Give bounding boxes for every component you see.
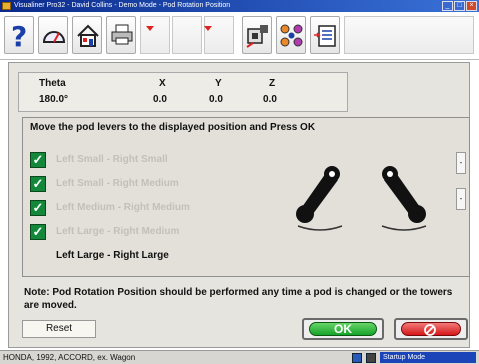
gauge-button[interactable] (38, 16, 68, 54)
user-icon (352, 353, 362, 363)
title-bar: Visualiner Pro32 - David Collins - Demo … (0, 0, 479, 12)
toolbar: ? (0, 12, 479, 60)
app-icon (2, 2, 11, 10)
toolbar-empty-slot (140, 16, 170, 54)
red-marker-icon (204, 26, 212, 31)
pod-levers-diagram (296, 166, 427, 231)
option-checkbox[interactable]: ✓ (30, 176, 46, 192)
option-label[interactable]: Left Medium - Right Medium (56, 202, 190, 213)
window-title: Visualiner Pro32 - David Collins - Demo … (14, 2, 231, 9)
device-icon (366, 353, 376, 363)
toolbar-empty-slot (344, 16, 474, 54)
y-header: Y (215, 78, 222, 89)
tire-grid-icon (280, 24, 303, 47)
print-button[interactable] (106, 16, 136, 54)
note-text: Note: Pod Rotation Position should be pe… (24, 287, 453, 311)
reset-button[interactable]: Reset (22, 320, 96, 338)
x-value: 0.0 (153, 94, 167, 105)
minimize-icon[interactable]: _ (442, 1, 453, 11)
window-controls: _ □ × (442, 1, 477, 11)
option-label[interactable]: Left Large - Right Medium (56, 226, 179, 237)
y-value: 0.0 (209, 94, 223, 105)
clipboard-icon (314, 25, 336, 47)
left-lever-icon (296, 166, 343, 231)
pod-button[interactable] (242, 16, 272, 54)
close-icon[interactable]: × (466, 1, 477, 11)
tire-button[interactable] (276, 16, 306, 54)
x-header: X (159, 78, 166, 89)
home-button[interactable] (72, 16, 102, 54)
mode-indicator: Startup Mode (380, 352, 476, 363)
status-bar: HONDA, 1992, ACCORD, ex. Wagon Startup M… (0, 350, 479, 364)
report-button[interactable] (310, 16, 340, 54)
cancel-button[interactable] (394, 318, 468, 340)
help-button[interactable]: ? (4, 16, 34, 54)
ok-button-label: OK (309, 322, 377, 336)
toolbar-empty-slot (172, 16, 202, 54)
pod-alignment-icon (246, 25, 268, 48)
theta-value: 180.0° (39, 94, 69, 105)
option-checkbox[interactable]: ✓ (30, 200, 46, 216)
question-mark-icon: ? (11, 20, 28, 53)
right-lever-icon (381, 166, 427, 231)
option-checkbox[interactable]: ✓ (30, 152, 46, 168)
maximize-icon[interactable]: □ (454, 1, 465, 11)
scroll-up-button[interactable]: - (456, 152, 466, 174)
scroll-down-button[interactable]: - (456, 188, 466, 210)
no-entry-icon (424, 324, 436, 336)
option-checkbox[interactable]: ✓ (30, 224, 46, 240)
theta-header: Theta (39, 78, 66, 89)
z-header: Z (269, 78, 276, 89)
vehicle-info: HONDA, 1992, ACCORD, ex. Wagon (3, 353, 136, 362)
toolbar-empty-slot (204, 16, 234, 54)
instruction-text: Move the pod levers to the displayed pos… (30, 122, 316, 133)
home-icon (77, 24, 99, 47)
gauge-icon (42, 31, 66, 43)
red-marker-icon (146, 26, 154, 31)
current-position-label: Left Large - Right Large (56, 250, 169, 261)
coordinates-panel: Theta X Y Z 180.0° 0.0 0.0 0.0 (18, 72, 348, 112)
printer-icon (111, 24, 133, 45)
ok-button[interactable]: OK (302, 318, 384, 340)
z-value: 0.0 (263, 94, 277, 105)
option-label[interactable]: Left Small - Right Medium (56, 178, 179, 189)
option-label[interactable]: Left Small - Right Small (56, 154, 168, 165)
